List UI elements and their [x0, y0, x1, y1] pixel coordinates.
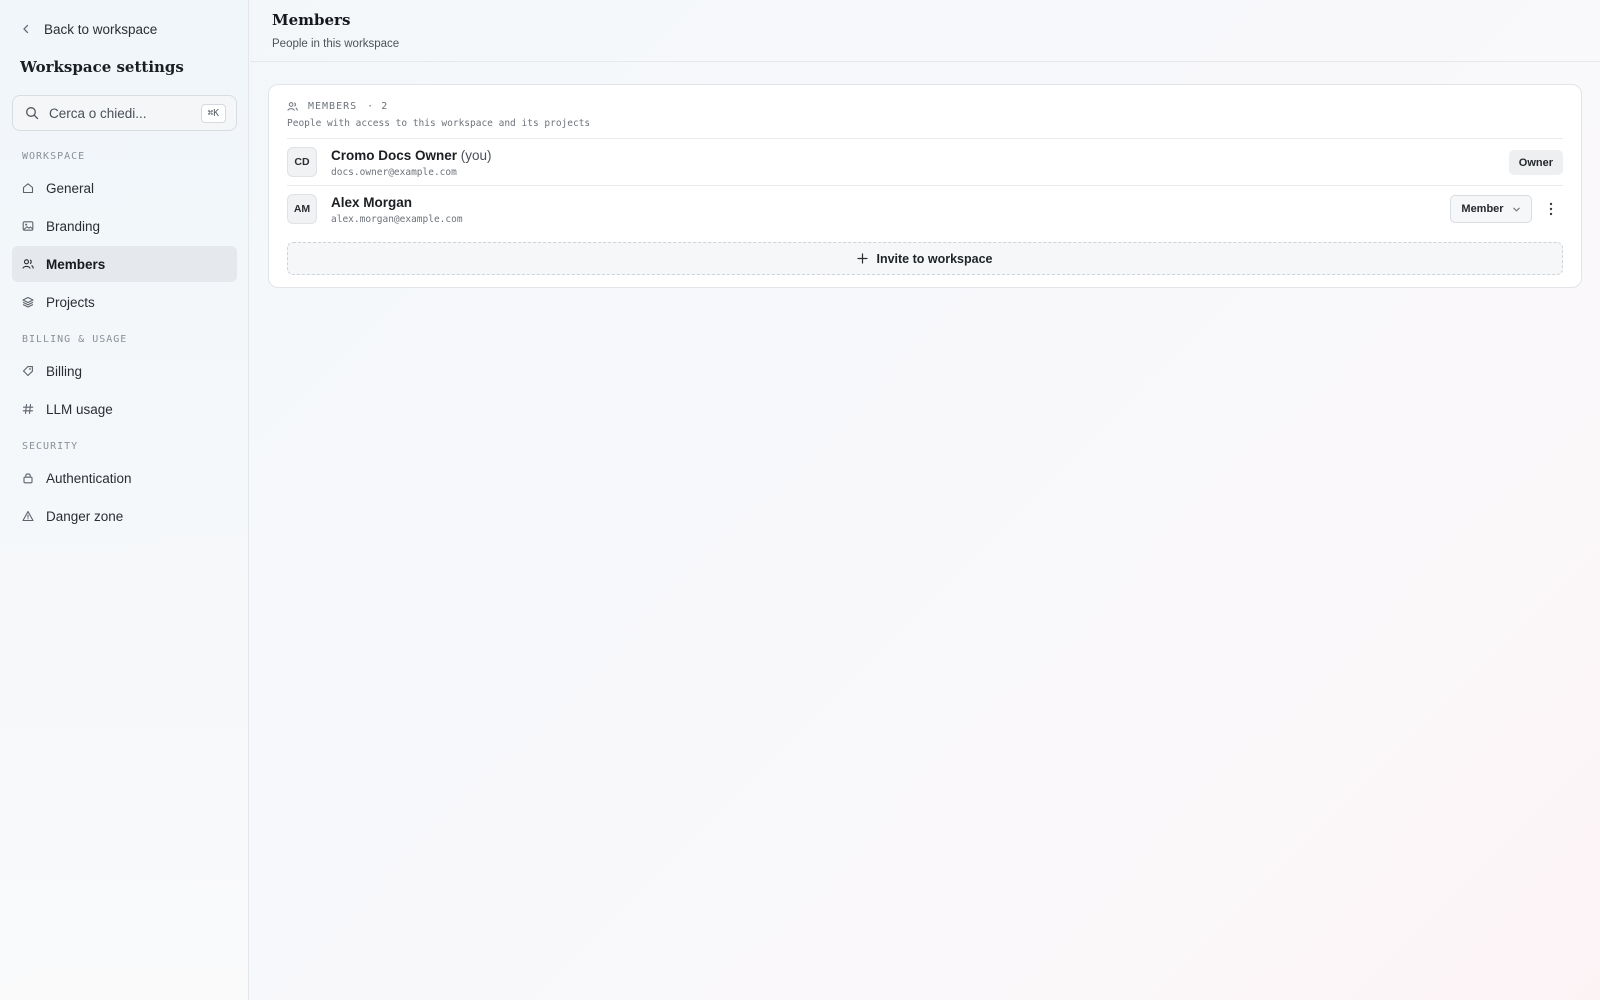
search-shortcut-badge: ⌘K — [200, 103, 226, 123]
members-card: MEMBERS · 2 People with access to this w… — [268, 84, 1582, 288]
search-input[interactable]: Cerca o chiedi... ⌘K — [12, 95, 237, 131]
page-header: Members People in this workspace — [250, 0, 1600, 62]
member-email: alex.morgan@example.com — [331, 214, 463, 225]
page-title: Members — [272, 11, 351, 29]
search-placeholder: Cerca o chiedi... — [49, 105, 147, 121]
member-row: AM Alex Morgan alex.morgan@example.com M… — [287, 186, 1563, 232]
member-actions-button[interactable] — [1543, 200, 1559, 218]
role-select[interactable]: Member — [1450, 195, 1532, 223]
invite-label: Invite to workspace — [876, 251, 993, 266]
avatar: CD — [287, 147, 317, 177]
role-badge-owner: Owner — [1508, 150, 1563, 175]
layers-icon — [22, 296, 34, 308]
member-row: CD Cromo Docs Owner (you) docs.owner@exa… — [287, 139, 1563, 185]
sidebar-item-billing[interactable]: Billing — [12, 353, 237, 389]
invite-to-workspace-button[interactable]: Invite to workspace — [287, 242, 1563, 275]
member-name: Cromo Docs Owner (you) — [331, 148, 492, 163]
more-vertical-icon — [1549, 202, 1553, 216]
users-icon — [22, 259, 34, 269]
sidebar-item-label: Authentication — [46, 470, 132, 486]
member-name-text: Cromo Docs Owner — [331, 148, 458, 163]
sidebar-item-llm-usage[interactable]: LLM usage — [12, 391, 237, 427]
sidebar-item-general[interactable]: General — [12, 170, 237, 206]
sidebar-item-label: Billing — [46, 363, 83, 379]
members-count: · 2 — [367, 101, 389, 112]
page-subtitle: People in this workspace — [272, 38, 400, 50]
members-card-header: MEMBERS · 2 — [287, 101, 388, 112]
sidebar-item-label: Members — [46, 256, 106, 272]
member-email: docs.owner@example.com — [331, 167, 457, 178]
sidebar-item-label: LLM usage — [46, 401, 113, 417]
members-card-description: People with access to this workspace and… — [287, 118, 591, 129]
member-you-suffix: (you) — [460, 148, 492, 163]
section-label-billing: BILLING & USAGE — [22, 334, 128, 345]
plus-icon — [857, 253, 869, 264]
section-label-workspace: WORKSPACE — [22, 151, 86, 162]
sidebar-item-label: Danger zone — [46, 508, 124, 524]
role-select-value: Member — [1461, 203, 1504, 215]
chevron-left-icon — [23, 24, 29, 34]
members-card-label: MEMBERS — [308, 101, 358, 112]
back-label: Back to workspace — [44, 21, 158, 37]
sidebar-item-label: Projects — [46, 294, 95, 310]
warning-triangle-icon — [22, 510, 34, 522]
sidebar-item-branding[interactable]: Branding — [12, 208, 237, 244]
member-name: Alex Morgan — [331, 195, 413, 210]
home-icon — [22, 183, 34, 194]
section-label-security: SECURITY — [22, 441, 79, 452]
sidebar-item-label: General — [46, 180, 95, 196]
sidebar-item-label: Branding — [46, 218, 101, 234]
lock-icon — [23, 473, 33, 484]
image-icon — [22, 221, 34, 231]
sidebar-title: Workspace settings — [20, 58, 184, 76]
sidebar-item-projects[interactable]: Projects — [12, 284, 237, 320]
users-icon — [287, 102, 298, 111]
settings-sidebar: Back to workspace Workspace settings Cer… — [0, 0, 249, 1000]
search-icon — [26, 107, 39, 120]
sidebar-item-authentication[interactable]: Authentication — [12, 460, 237, 496]
chevron-down-icon — [1512, 207, 1520, 211]
sidebar-item-members[interactable]: Members — [12, 246, 237, 282]
hash-icon — [22, 403, 34, 415]
sidebar-item-danger-zone[interactable]: Danger zone — [12, 498, 237, 534]
tag-icon — [22, 366, 33, 377]
avatar: AM — [287, 194, 317, 224]
back-to-workspace-link[interactable]: Back to workspace — [20, 20, 157, 38]
